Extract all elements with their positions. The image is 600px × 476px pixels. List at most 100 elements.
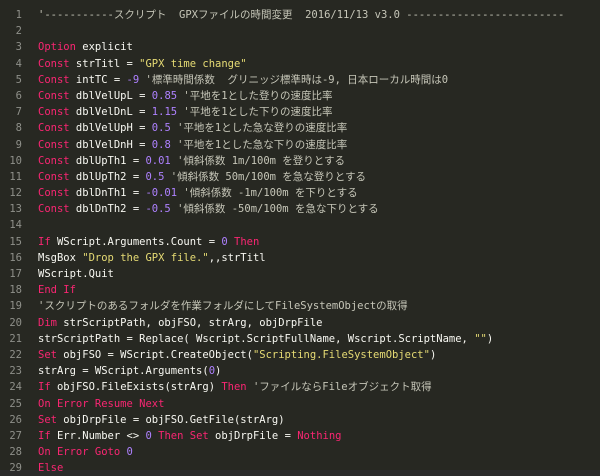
line-number: 16 bbox=[9, 251, 22, 264]
line-number: 13 bbox=[9, 203, 22, 216]
code-token: 0.8 bbox=[151, 138, 171, 151]
code-line[interactable]: 11 Const dblUpTh2 = 0.5 '傾斜係数 50m/100m を急… bbox=[0, 169, 600, 185]
code-token: Then Set bbox=[151, 429, 209, 442]
code-line[interactable]: 16 MsgBox "Drop the GPX file.",,strTitl bbox=[0, 250, 600, 266]
code-token: "Drop the GPX file." bbox=[82, 251, 209, 264]
code-editor[interactable]: 1 '-----------スクリプト GPXファイルの時間変更 2016/11/… bbox=[0, 0, 600, 474]
code-token: '傾斜係数 -50m/100m を急な下りとする bbox=[170, 203, 379, 216]
code-line[interactable]: 23 strArg = WScript.Arguments(0) bbox=[0, 363, 600, 379]
line-code: On Error Goto 0 bbox=[38, 444, 600, 460]
code-token: Then bbox=[221, 381, 247, 394]
line-code: If WScript.Arguments.Count = 0 Then bbox=[38, 234, 600, 250]
line-number: 6 bbox=[15, 89, 22, 102]
line-code: Const intTC = -9 '標準時間係数 グリニッジ標準時は-9, 日本… bbox=[38, 72, 600, 88]
code-line[interactable]: 12 Const dblDnTh1 = -0.01 '傾斜係数 -1m/100m … bbox=[0, 185, 600, 201]
code-token: 0.85 bbox=[151, 89, 178, 102]
line-number: 25 bbox=[9, 397, 22, 410]
line-code: Option explicit bbox=[38, 39, 600, 55]
code-token: WScript.Arguments.Count = bbox=[50, 235, 222, 248]
line-number: 8 bbox=[15, 122, 22, 135]
line-number: 14 bbox=[9, 219, 22, 232]
line-code: Dim strScriptPath, objFSO, strArg, objDr… bbox=[38, 315, 600, 331]
code-line[interactable]: 14 bbox=[0, 217, 600, 233]
code-line[interactable]: 15 If WScript.Arguments.Count = 0 Then bbox=[0, 234, 600, 250]
code-line[interactable]: 9 Const dblVelDnH = 0.8 '平地を1とした急な下りの速度比率 bbox=[0, 137, 600, 153]
code-line[interactable]: 24 If objFSO.FileExists(strArg) Then 'ファイ… bbox=[0, 379, 600, 395]
code-line[interactable]: 19 'スクリプトのあるフォルダを作業フォルダにしてFileSystemObjec… bbox=[0, 298, 600, 314]
code-line[interactable]: 6 Const dblVelUpL = 0.85 '平地を1とした登りの速度比率 bbox=[0, 88, 600, 104]
code-line[interactable]: 4 Const strTitl = "GPX time change" bbox=[0, 56, 600, 72]
code-line[interactable]: 1 '-----------スクリプト GPXファイルの時間変更 2016/11/… bbox=[0, 7, 600, 23]
line-code: Const dblVelDnH = 0.8 '平地を1とした急な下りの速度比率 bbox=[38, 137, 600, 153]
code-token: "Scripting.FileSystemObject" bbox=[252, 348, 430, 361]
code-line[interactable]: 10 Const dblUpTh1 = 0.01 '傾斜係数 1m/100m を登… bbox=[0, 153, 600, 169]
line-code: Const dblDnTh1 = -0.01 '傾斜係数 -1m/100m を下… bbox=[38, 185, 600, 201]
code-token: "GPX time change" bbox=[139, 57, 247, 70]
code-token: Nothing bbox=[297, 429, 342, 442]
line-code: strArg = WScript.Arguments(0) bbox=[38, 363, 600, 379]
code-line[interactable]: 17 WScript.Quit bbox=[0, 266, 600, 282]
code-line[interactable]: 25 On Error Resume Next bbox=[0, 396, 600, 412]
code-token: Const bbox=[38, 122, 70, 135]
code-token: '平地を1とした急な登りの速度比率 bbox=[170, 122, 348, 135]
code-line[interactable]: 26 Set objDrpFile = objFSO.GetFile(strArg… bbox=[0, 412, 600, 428]
line-code: Const dblUpTh1 = 0.01 '傾斜係数 1m/100m を登りと… bbox=[38, 153, 600, 169]
code-token: '傾斜係数 50m/100m を急な登りとする bbox=[164, 170, 366, 183]
code-line[interactable]: 8 Const dblVelUpH = 0.5 '平地を1とした急な登りの速度比率 bbox=[0, 120, 600, 136]
code-token: objFSO.FileExists(strArg) bbox=[50, 381, 222, 394]
code-token: ) bbox=[215, 365, 222, 378]
line-number: 5 bbox=[15, 73, 22, 86]
code-line[interactable]: 29 Else bbox=[0, 460, 600, 476]
line-code: Const strTitl = "GPX time change" bbox=[38, 56, 600, 72]
line-number: 29 bbox=[9, 462, 22, 475]
code-token: '平地を1とした登りの速度比率 bbox=[177, 89, 333, 102]
line-number: 10 bbox=[9, 154, 22, 167]
code-token: dblVelDnL = bbox=[69, 106, 152, 119]
line-number: 15 bbox=[9, 235, 22, 248]
code-token: Set bbox=[38, 413, 57, 426]
code-token: '平地を1とした急な下りの速度比率 bbox=[170, 138, 348, 151]
line-number: 17 bbox=[9, 268, 22, 280]
code-token: -9 bbox=[126, 73, 140, 86]
line-code: Const dblVelUpH = 0.5 '平地を1とした急な登りの速度比率 bbox=[38, 120, 600, 136]
code-token: dblUpTh1 = bbox=[69, 154, 146, 167]
line-number: 26 bbox=[9, 413, 22, 426]
line-number: 27 bbox=[9, 429, 22, 442]
code-line[interactable]: 20 Dim strScriptPath, objFSO, strArg, obj… bbox=[0, 315, 600, 331]
code-line[interactable]: 27 If Err.Number <> 0 Then Set objDrpFile… bbox=[0, 428, 600, 444]
code-line[interactable]: 28 On Error Goto 0 bbox=[0, 444, 600, 460]
line-code: On Error Resume Next bbox=[38, 396, 600, 412]
code-token: 'ファイルならFileオブジェクト取得 bbox=[246, 381, 432, 394]
code-token: '傾斜係数 -1m/100m を下りとする bbox=[177, 187, 358, 200]
line-code: Const dblVelDnL = 1.15 '平地を1とした下りの速度比率 bbox=[38, 104, 600, 120]
code-token: On Error Goto bbox=[38, 446, 121, 459]
code-token: objFSO = WScript.CreateObject( bbox=[56, 348, 253, 361]
line-number: 21 bbox=[9, 332, 22, 345]
code-line[interactable]: 7 Const dblVelDnL = 1.15 '平地を1とした下りの速度比率 bbox=[0, 104, 600, 120]
code-token: '平地を1とした下りの速度比率 bbox=[177, 106, 333, 119]
code-token: End If bbox=[38, 284, 76, 297]
code-token: strScriptPath, objFSO, strArg, objDrpFil… bbox=[56, 316, 323, 329]
code-token: WScript.Quit bbox=[38, 268, 114, 280]
code-line[interactable]: 21 strScriptPath = Replace( Wscript.Scrip… bbox=[0, 331, 600, 347]
code-line[interactable]: 18 End If bbox=[0, 282, 600, 298]
line-code: Else bbox=[38, 460, 600, 476]
line-code: Const dblUpTh2 = 0.5 '傾斜係数 50m/100m を急な登… bbox=[38, 169, 600, 185]
code-line[interactable]: 2 bbox=[0, 23, 600, 39]
line-number: 28 bbox=[9, 446, 22, 459]
code-line[interactable]: 13 Const dblDnTh2 = -0.5 '傾斜係数 -50m/100m … bbox=[0, 201, 600, 217]
line-code: '-----------スクリプト GPXファイルの時間変更 2016/11/1… bbox=[38, 7, 600, 23]
line-number: 9 bbox=[15, 138, 22, 151]
code-token: Option bbox=[38, 41, 76, 54]
code-token: Const bbox=[38, 73, 70, 86]
code-line[interactable]: 5 Const intTC = -9 '標準時間係数 グリニッジ標準時は-9, 日… bbox=[0, 72, 600, 88]
line-code: If objFSO.FileExists(strArg) Then 'ファイルな… bbox=[38, 379, 600, 395]
code-line[interactable]: 3 Option explicit bbox=[0, 39, 600, 55]
code-line[interactable]: 22 Set objFSO = WScript.CreateObject("Scr… bbox=[0, 347, 600, 363]
code-token: '傾斜係数 1m/100m を登りとする bbox=[170, 154, 345, 167]
code-token: objDrpFile = objFSO.GetFile(strArg) bbox=[56, 413, 285, 426]
code-token: Err.Number <> bbox=[50, 429, 146, 442]
line-number: 11 bbox=[9, 170, 22, 183]
line-number: 19 bbox=[9, 300, 22, 313]
